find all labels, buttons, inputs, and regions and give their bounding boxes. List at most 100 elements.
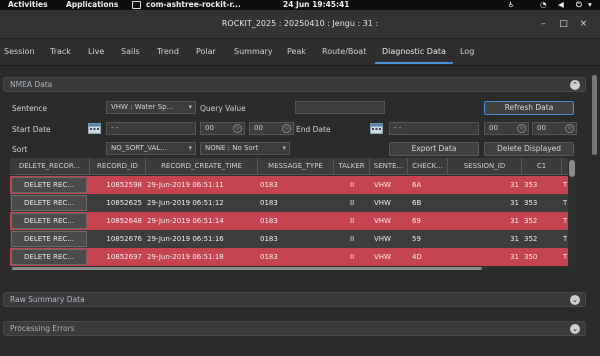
record-time-cell: 29-Jun-2019 06:51:11 — [147, 181, 224, 189]
sort-select[interactable]: NO_SORT_VAL... ▾ — [106, 142, 196, 155]
column-header[interactable]: MESSAGE_TYPE — [258, 158, 334, 175]
tab-summary[interactable]: Summary — [234, 47, 273, 56]
table-vertical-scrollbar[interactable] — [568, 158, 576, 266]
delete-record-button[interactable]: DELETE REC... — [11, 249, 87, 265]
checksum-cell: 4D — [412, 253, 422, 261]
clock[interactable]: 24 Jun 19:45:41 — [283, 0, 349, 10]
tab-diagnostic-data[interactable]: Diagnostic Data — [382, 47, 446, 56]
scrollbar-thumb[interactable] — [569, 160, 575, 177]
expand-chevron-down-icon[interactable]: ⌄ — [570, 324, 580, 334]
expand-chevron-down-icon[interactable]: ⌄ — [570, 295, 580, 305]
app-window-icon — [132, 1, 141, 9]
delete-record-button[interactable]: DELETE REC... — [11, 195, 87, 211]
close-button[interactable]: × — [578, 19, 589, 30]
activities-button[interactable]: Activities — [8, 0, 48, 10]
start-minute-value: 00 — [254, 124, 263, 132]
accessibility-icon[interactable]: ♿ — [508, 0, 515, 10]
export-data-button[interactable]: Export Data — [389, 142, 479, 156]
table-row[interactable]: DELETE REC... 10852697 29-Jun-2019 06:51… — [10, 248, 570, 266]
record-time-cell: 29-Jun-2019 06:51:18 — [147, 253, 224, 261]
column-header[interactable]: SESSION_ID — [448, 158, 522, 175]
table-row[interactable]: DELETE REC... 10852598 29-Jun-2019 06:51… — [10, 176, 570, 194]
record-time-cell: 29-Jun-2019 06:51:12 — [147, 199, 224, 207]
calendar-icon[interactable] — [88, 122, 101, 134]
start-date-input[interactable]: - - — [106, 122, 196, 135]
tab-trend[interactable]: Trend — [157, 47, 179, 56]
tab-log[interactable]: Log — [460, 47, 474, 56]
table-horizontal-scrollbar[interactable] — [10, 266, 576, 271]
sort-select-value: NO_SORT_VAL... — [111, 144, 168, 152]
volume-icon[interactable]: ◀ — [558, 0, 564, 10]
applications-menu[interactable]: Applications — [66, 0, 118, 10]
message-type-cell: 0183 — [260, 217, 278, 225]
end-date-input[interactable]: - - — [389, 122, 479, 135]
spinner-icon[interactable]: ◇ — [233, 124, 242, 133]
raw-summary-panel-header[interactable]: Raw Summary Data ⌄ — [3, 292, 586, 307]
tab-peak[interactable]: Peak — [287, 47, 306, 56]
record-id-cell: 10852697 — [106, 253, 142, 261]
column-header[interactable]: SENTE... — [370, 158, 408, 175]
system-top-bar: Activities Applications com-ashtree-rock… — [0, 0, 600, 10]
scrollbar-thumb[interactable] — [12, 267, 482, 270]
active-tab-indicator — [375, 62, 453, 64]
checksum-cell: 6A — [412, 181, 422, 189]
sort-order-value: NONE : No Sort — [205, 144, 259, 152]
end-hour-spinner[interactable]: 00 ◇ — [484, 122, 529, 135]
delete-displayed-button[interactable]: Delete Displayed — [484, 142, 574, 156]
column-header[interactable]: CHECK... — [408, 158, 448, 175]
maximize-button[interactable]: □ — [558, 19, 569, 30]
checksum-cell: 69 — [412, 217, 421, 225]
system-menu-chevron-icon[interactable]: ▾ — [588, 0, 592, 10]
table-row[interactable]: DELETE REC... 10852625 29-Jun-2019 06:51… — [10, 194, 570, 212]
column-header[interactable]: TALKER — [334, 158, 370, 175]
running-app-name[interactable]: com-ashtree-rockit-r... — [146, 0, 241, 10]
sentence-cell: VHW — [374, 235, 391, 243]
talker-cell: II — [350, 199, 355, 207]
sentence-select-value: VHW : Water Sp... — [111, 103, 174, 111]
tab-live[interactable]: Live — [88, 47, 104, 56]
spinner-icon[interactable]: ◇ — [282, 124, 291, 133]
tab-polar[interactable]: Polar — [196, 47, 216, 56]
nmea-data-table: DELETE_RECOR... RECORD_ID RECORD_CREATE_… — [10, 158, 576, 266]
tab-session[interactable]: Session — [4, 47, 35, 56]
refresh-data-button[interactable]: Refresh Data — [484, 101, 574, 115]
power-icon[interactable]: ⏻ — [576, 0, 582, 10]
talker-cell: II — [350, 253, 355, 261]
session-id-cell: 31 — [510, 199, 519, 207]
wifi-icon[interactable]: ◔ — [540, 0, 547, 10]
message-type-cell: 0183 — [260, 235, 278, 243]
start-hour-spinner[interactable]: 00 ◇ — [200, 122, 245, 135]
sentence-cell: VHW — [374, 217, 391, 225]
column-header[interactable]: C1 — [522, 158, 562, 175]
minimize-button[interactable]: – — [538, 19, 549, 30]
main-tab-bar: Session Track Live Sails Trend Polar Sum… — [0, 40, 600, 66]
panel-scrollbar[interactable] — [592, 75, 597, 155]
delete-record-button[interactable]: DELETE REC... — [11, 177, 87, 193]
tab-route-boat[interactable]: Route/Boat — [322, 47, 366, 56]
session-id-cell: 31 — [510, 253, 519, 261]
delete-record-button[interactable]: DELETE REC... — [11, 213, 87, 229]
column-header[interactable]: RECORD_ID — [90, 158, 146, 175]
table-header: DELETE_RECOR... RECORD_ID RECORD_CREATE_… — [10, 158, 576, 175]
end-minute-spinner[interactable]: 00 ◇ — [532, 122, 577, 135]
table-row[interactable]: DELETE REC... 10852676 29-Jun-2019 06:51… — [10, 230, 570, 248]
start-minute-spinner[interactable]: 00 ◇ — [249, 122, 294, 135]
spinner-icon[interactable]: ◇ — [565, 124, 574, 133]
column-header[interactable]: DELETE_RECOR... — [10, 158, 90, 175]
tab-sails[interactable]: Sails — [121, 47, 140, 56]
table-row[interactable]: DELETE REC... 10852648 29-Jun-2019 06:51… — [10, 212, 570, 230]
spinner-icon[interactable]: ◇ — [517, 124, 526, 133]
delete-record-button[interactable]: DELETE REC... — [11, 231, 87, 247]
collapse-chevron-up-icon[interactable]: ⌃ — [570, 80, 580, 90]
extra-cell: T — [563, 199, 568, 207]
query-value-input[interactable] — [295, 101, 385, 114]
processing-errors-panel-header[interactable]: Processing Errors ⌄ — [3, 321, 586, 336]
nmea-panel-title: NMEA Data — [10, 80, 53, 89]
calendar-icon[interactable] — [370, 122, 383, 134]
tab-track[interactable]: Track — [50, 47, 71, 56]
c1-cell: 353 — [524, 181, 538, 189]
column-header[interactable]: RECORD_CREATE_TIME — [146, 158, 258, 175]
sentence-select[interactable]: VHW : Water Sp... ▾ — [106, 101, 196, 114]
sort-order-select[interactable]: NONE : No Sort ▾ — [200, 142, 290, 155]
nmea-panel-header[interactable]: NMEA Data ⌃ — [3, 77, 586, 92]
